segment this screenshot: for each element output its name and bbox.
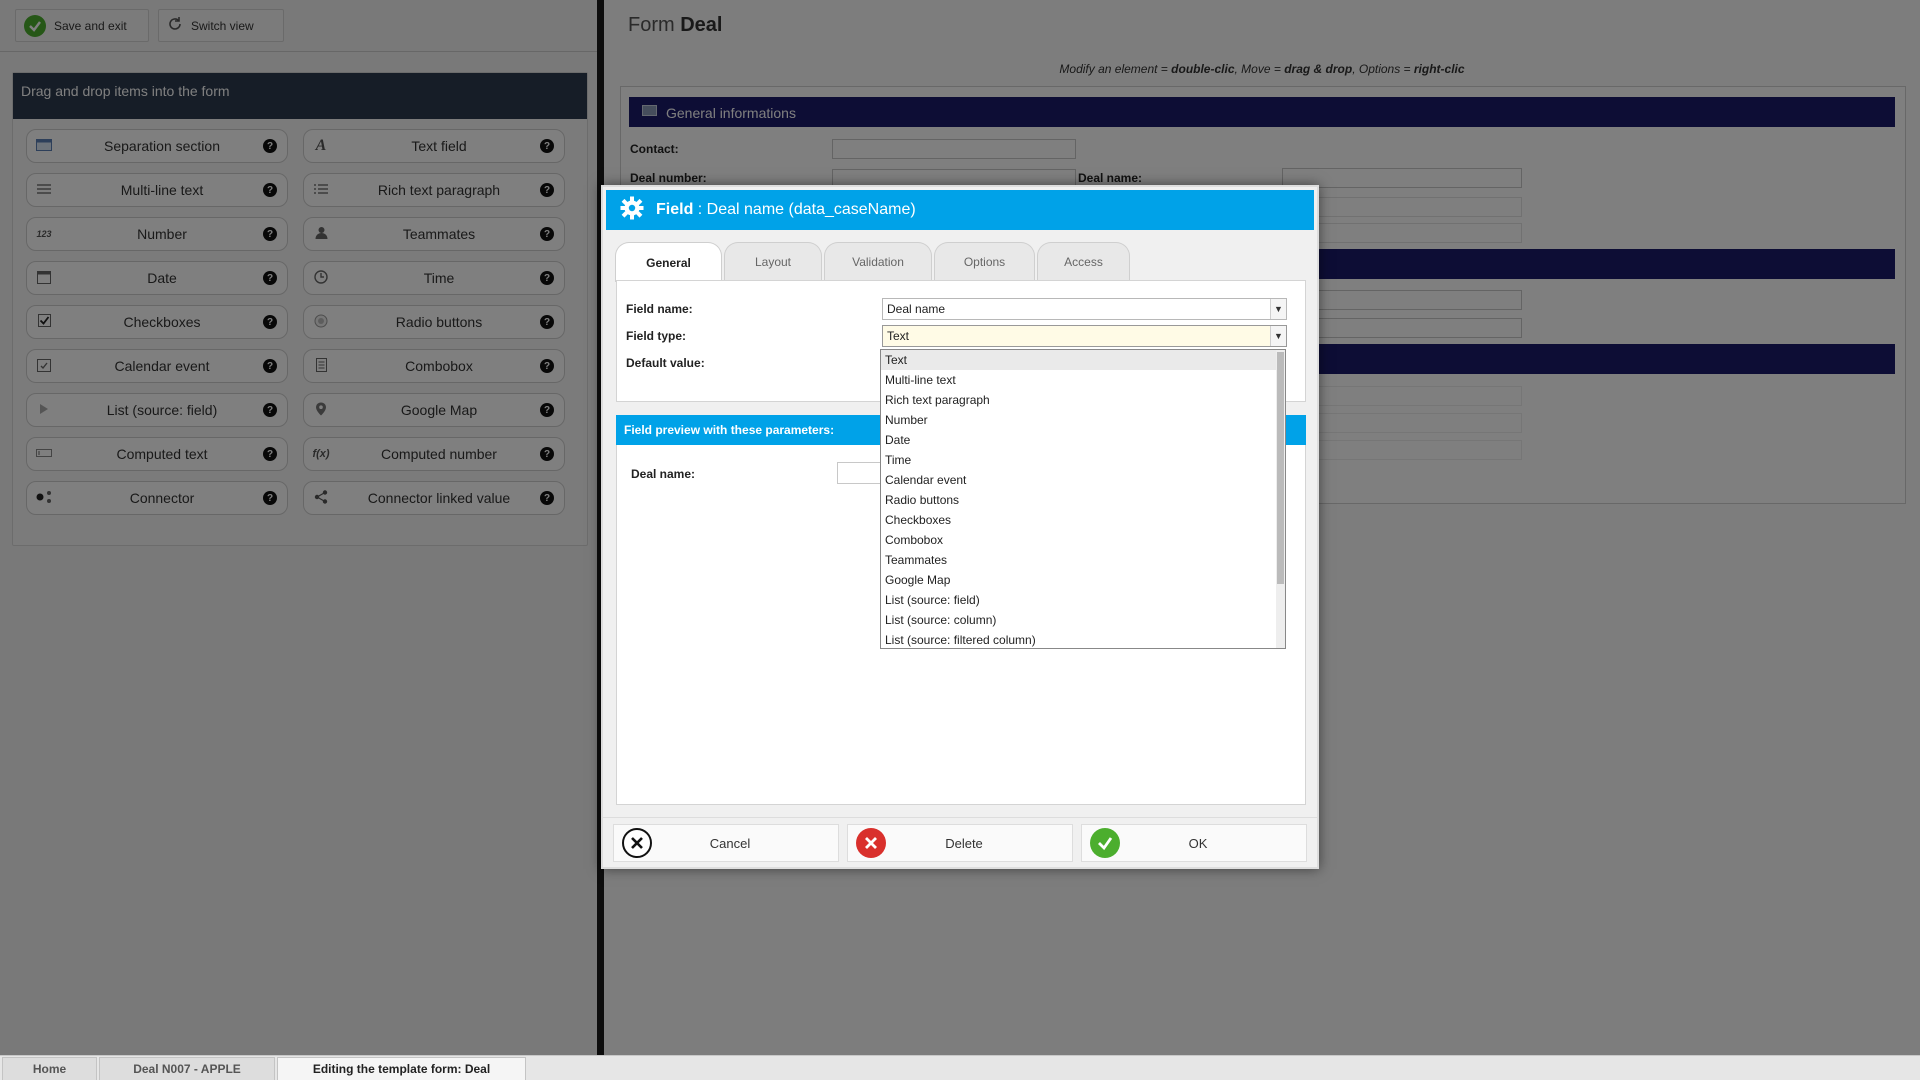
dropdown-option[interactable]: List (source: filtered column) xyxy=(881,630,1285,648)
dropdown-option[interactable]: Combobox xyxy=(881,530,1285,550)
default-value-label: Default value: xyxy=(626,356,705,370)
delete-button[interactable]: Delete xyxy=(847,824,1073,862)
tab-general[interactable]: General xyxy=(615,242,722,282)
ok-label: OK xyxy=(1188,835,1208,851)
tab-deal[interactable]: Deal N007 - APPLE xyxy=(99,1057,275,1080)
ok-button[interactable]: OK xyxy=(1081,824,1307,862)
tab-layout[interactable]: Layout xyxy=(724,242,822,280)
field-name-input[interactable]: Deal name ▼ xyxy=(882,298,1287,320)
chevron-down-icon[interactable]: ▼ xyxy=(1270,299,1286,319)
tab-home[interactable]: Home xyxy=(2,1057,97,1080)
tab-options[interactable]: Options xyxy=(934,242,1035,280)
field-type-value: Text xyxy=(887,329,910,343)
gear-icon xyxy=(620,196,644,225)
scrollbar-thumb[interactable] xyxy=(1277,352,1284,584)
dialog-header: Field : Deal name (data_caseName) xyxy=(606,190,1314,230)
dropdown-options: Text Multi-line text Rich text paragraph Nu… xyxy=(881,350,1285,648)
dropdown-option[interactable]: Rich text paragraph xyxy=(881,390,1285,410)
field-name-label: Field name: xyxy=(626,302,693,316)
tab-access[interactable]: Access xyxy=(1037,242,1130,280)
dropdown-option[interactable]: Teammates xyxy=(881,550,1285,570)
dropdown-option[interactable]: Checkboxes xyxy=(881,510,1285,530)
check-icon xyxy=(1090,828,1120,858)
dropdown-option[interactable]: Calendar event xyxy=(881,470,1285,490)
dropdown-scrollbar[interactable] xyxy=(1276,350,1285,648)
field-type-label: Field type: xyxy=(626,329,687,343)
cancel-button[interactable]: Cancel xyxy=(613,824,839,862)
dropdown-option[interactable]: Number xyxy=(881,410,1285,430)
dropdown-option[interactable]: Google Map xyxy=(881,570,1285,590)
dialog-title-rest: : Deal name (data_caseName) xyxy=(693,201,916,218)
dialog-footer: Cancel Delete OK xyxy=(603,817,1317,867)
cancel-label: Cancel xyxy=(709,835,751,851)
field-type-dropdown[interactable]: Text Multi-line text Rich text paragraph Nu… xyxy=(880,349,1286,649)
dropdown-option[interactable]: Multi-line text xyxy=(881,370,1285,390)
delete-label: Delete xyxy=(945,835,983,851)
close-icon xyxy=(622,828,652,858)
taskbar: Home Deal N007 - APPLE Editing the templ… xyxy=(0,1055,1920,1080)
field-name-value: Deal name xyxy=(887,302,946,316)
preview-field-label: Deal name: xyxy=(631,467,696,481)
dialog-title: Field : Deal name (data_caseName) xyxy=(656,201,916,219)
dropdown-option[interactable]: Date xyxy=(881,430,1285,450)
dropdown-option[interactable]: Radio buttons xyxy=(881,490,1285,510)
dialog-title-bold: Field xyxy=(656,201,694,218)
tab-editing-template[interactable]: Editing the template form: Deal xyxy=(277,1057,526,1080)
tab-validation[interactable]: Validation xyxy=(824,242,932,280)
dropdown-option[interactable]: Text xyxy=(881,350,1285,370)
dropdown-option[interactable]: Time xyxy=(881,450,1285,470)
dropdown-option[interactable]: List (source: column) xyxy=(881,610,1285,630)
field-type-select[interactable]: Text ▼ xyxy=(882,325,1287,347)
chevron-down-icon[interactable]: ▼ xyxy=(1270,326,1286,346)
delete-icon xyxy=(856,828,886,858)
dropdown-option[interactable]: List (source: field) xyxy=(881,590,1285,610)
